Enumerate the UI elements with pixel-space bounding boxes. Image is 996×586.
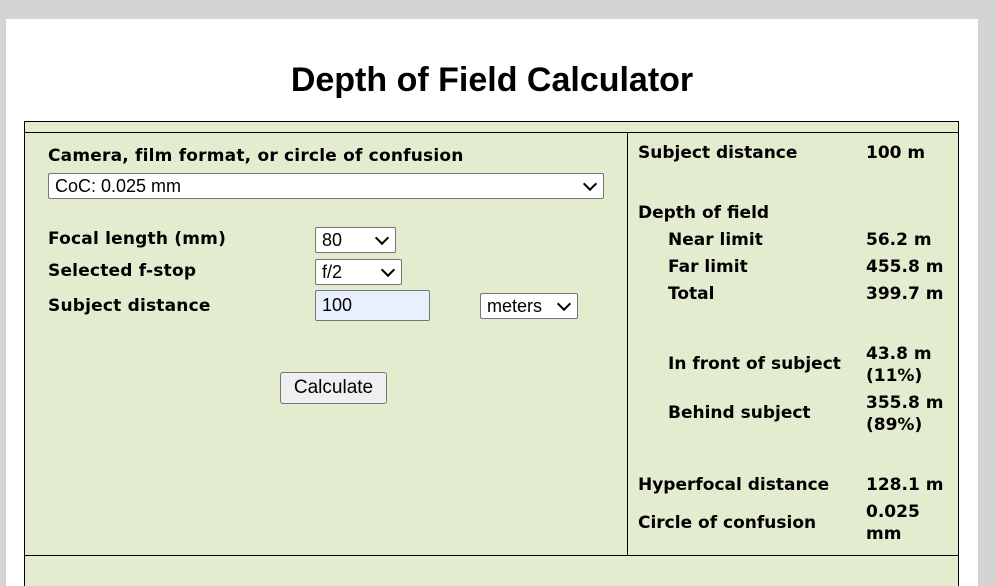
hyperfocal-value: 128.1 m [866,475,944,495]
dof-heading: Depth of field [638,203,770,223]
result-subject-distance-label: Subject distance [638,143,798,163]
coc-label: Circle of confusion [638,513,817,533]
calculator-panel: Camera, film format, or circle of confus… [24,121,959,586]
subject-distance-input[interactable]: 100 [315,290,430,321]
fstop-select[interactable]: f/2 [315,259,402,285]
far-limit-value: 455.8 m [866,257,944,277]
behind-label: Behind subject [668,403,811,423]
distance-unit-select[interactable]: meters [480,293,578,319]
camera-select[interactable]: CoC: 0.025 mm [48,173,604,199]
page: Depth of Field Calculator Camera, film f… [6,19,978,586]
distance-unit-value: meters [487,296,543,316]
camera-select-value: CoC: 0.025 mm [55,176,182,196]
fstop-label: Selected f-stop [48,261,197,281]
near-limit-value: 56.2 m [866,230,932,250]
fstop-value: f/2 [322,262,343,282]
chevron-down-icon [556,296,572,312]
column-divider [627,132,628,555]
focal-length-value: 80 [322,230,343,250]
far-limit-label: Far limit [668,257,748,277]
subject-distance-label: Subject distance [48,296,211,316]
chevron-down-icon [380,262,396,278]
panel-top-strip [25,122,958,133]
page-title: Depth of Field Calculator [290,61,694,99]
hyperfocal-label: Hyperfocal distance [638,475,830,495]
in-front-label: In front of subject [668,354,841,374]
total-value: 399.7 m [866,284,944,304]
in-front-value: 43.8 m (11%) [866,344,932,386]
chevron-down-icon [582,176,598,192]
behind-value: 355.8 m (89%) [866,393,944,435]
near-limit-label: Near limit [668,230,763,250]
chevron-down-icon [374,230,390,246]
result-subject-distance-value: 100 m [866,143,926,163]
calculate-button[interactable]: Calculate [280,372,387,404]
camera-label: Camera, film format, or circle of confus… [48,146,464,166]
focal-length-select[interactable]: 80 [315,227,396,253]
bottom-divider [25,555,958,556]
coc-value: 0.025 mm [866,502,920,544]
total-label: Total [668,284,715,304]
focal-length-label: Focal length (mm) [48,229,227,249]
